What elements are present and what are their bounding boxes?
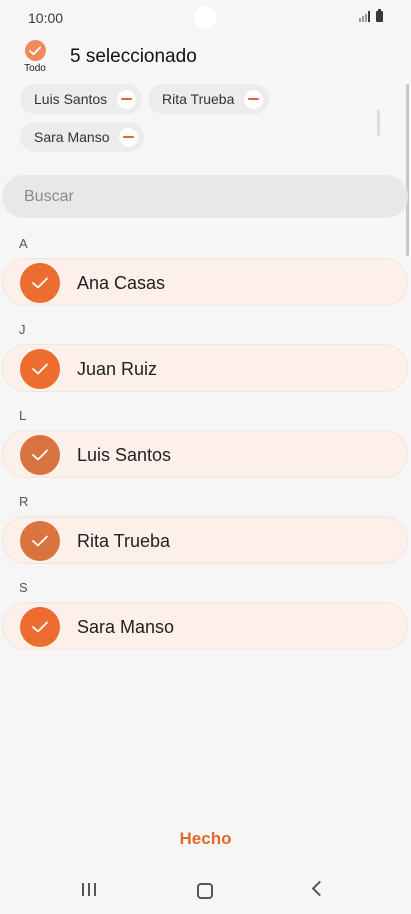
check-icon: [20, 263, 60, 303]
chip-rita-trueba[interactable]: Rita Trueba: [148, 84, 270, 114]
contact-name: Ana Casas: [77, 273, 166, 293]
check-icon: [20, 435, 60, 475]
section-header-j: J: [19, 322, 26, 337]
contact-row[interactable]: Ana Casas: [2, 258, 408, 306]
status-bar: 10:00: [0, 0, 411, 36]
section-header-s: S: [19, 580, 28, 595]
contact-name: Rita Trueba: [77, 531, 171, 551]
section-header-l: L: [19, 408, 27, 423]
check-icon: [20, 521, 60, 561]
chip-sara-manso[interactable]: Sara Manso: [20, 122, 145, 152]
list-scrollbar[interactable]: [406, 84, 409, 256]
chip-label: Sara Manso: [34, 129, 110, 145]
check-icon: [20, 349, 60, 389]
status-icons: [359, 9, 383, 22]
contact-name: Juan Ruiz: [77, 359, 158, 379]
section-header-r: R: [19, 494, 29, 509]
navigation-bar: [0, 872, 411, 908]
camera-cutout: [194, 6, 217, 29]
signal-icon: [359, 10, 370, 22]
check-icon: [20, 607, 60, 647]
check-icon: [24, 40, 46, 61]
chip-label: Rita Trueba: [162, 91, 235, 107]
done-button[interactable]: Hecho: [0, 829, 411, 849]
chip-label: Luis Santos: [34, 91, 108, 107]
search-placeholder: Buscar: [24, 188, 74, 205]
home-icon[interactable]: [197, 883, 213, 899]
battery-icon: [376, 9, 383, 22]
back-icon[interactable]: [311, 880, 328, 897]
minus-icon[interactable]: [244, 89, 264, 109]
status-time: 10:00: [28, 10, 64, 26]
section-header-a: A: [19, 236, 28, 251]
chip-luis-santos[interactable]: Luis Santos: [20, 84, 143, 114]
contact-row[interactable]: Rita Trueba: [2, 516, 408, 564]
contact-row[interactable]: Luis Santos: [2, 430, 408, 478]
chips-scrollbar[interactable]: [377, 110, 380, 136]
contact-row[interactable]: Sara Manso: [2, 602, 408, 650]
search-input[interactable]: Buscar: [2, 175, 408, 218]
recent-apps-icon[interactable]: [82, 883, 96, 896]
selection-count-title: 5 seleccionado: [70, 46, 197, 67]
select-all-label: Todo: [24, 63, 46, 74]
minus-icon[interactable]: [119, 127, 139, 147]
contact-row[interactable]: Juan Ruiz: [2, 344, 408, 392]
select-all-toggle[interactable]: Todo: [22, 40, 48, 74]
minus-icon[interactable]: [117, 89, 137, 109]
contact-name: Luis Santos: [77, 445, 172, 465]
contact-name: Sara Manso: [77, 617, 175, 637]
